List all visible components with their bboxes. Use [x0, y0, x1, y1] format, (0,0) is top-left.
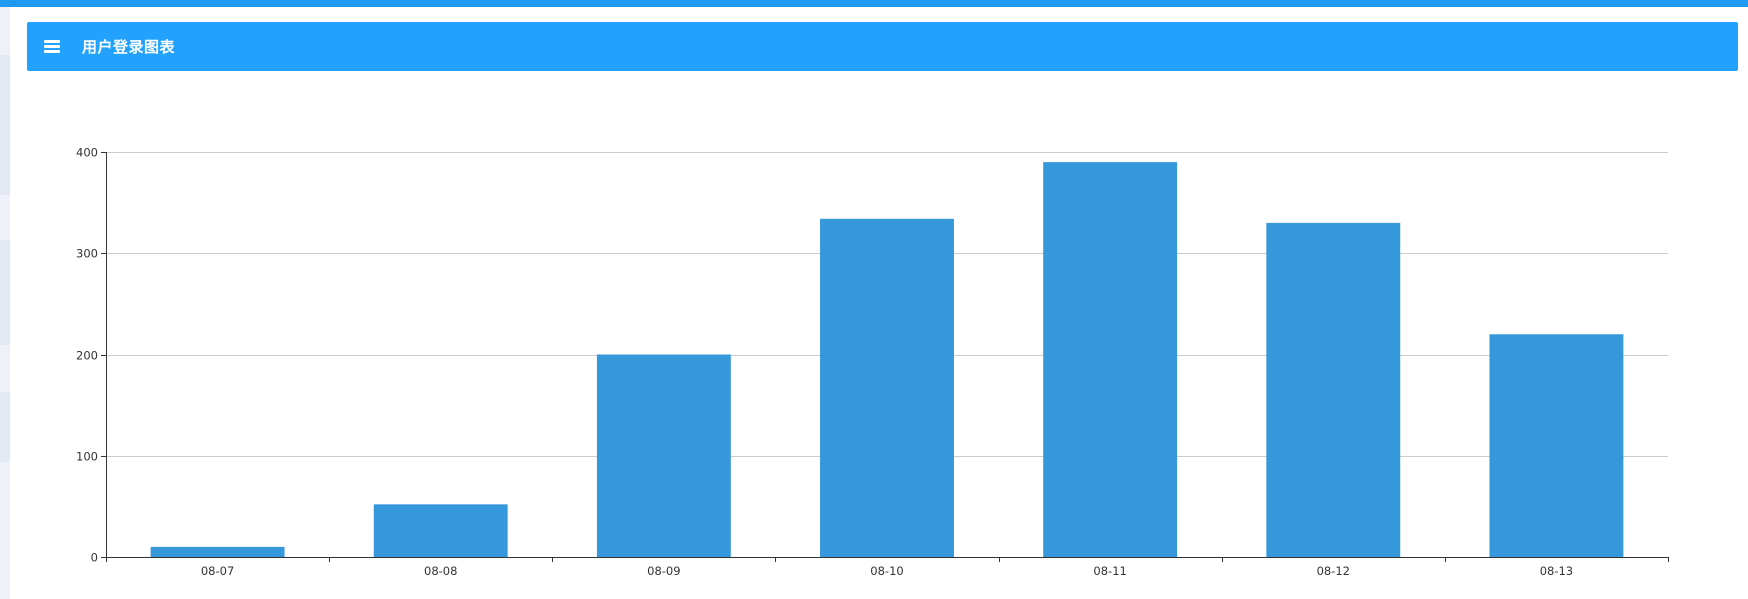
- bar-08-08[interactable]: [373, 504, 508, 557]
- x-tick-label: 08-13: [1540, 564, 1573, 578]
- bar-08-12[interactable]: [1266, 222, 1401, 557]
- bar-08-11[interactable]: [1043, 162, 1178, 557]
- y-tick-label: 0: [91, 551, 98, 565]
- y-tick-label: 300: [76, 247, 98, 261]
- y-tick-labels: 0 100 200 300 400: [76, 146, 98, 565]
- x-tick-label: 08-10: [870, 564, 903, 578]
- y-tick-label: 200: [76, 349, 98, 363]
- x-tick-label: 08-08: [424, 564, 457, 578]
- bar-08-10[interactable]: [820, 218, 954, 557]
- bar-08-09[interactable]: [596, 354, 731, 558]
- y-tick-label: 400: [76, 146, 98, 160]
- x-tick-label: 08-11: [1093, 564, 1126, 578]
- bar-08-13[interactable]: [1489, 334, 1624, 557]
- x-tick-labels: 08-07 08-08 08-09 08-10 08-11 08-12 08-13: [201, 564, 1573, 578]
- bar-08-07[interactable]: [150, 546, 285, 557]
- login-bar-chart: 0100200300400 08-07 08-08 08-09 08-10 08-11 0…: [76, 146, 1669, 578]
- y-tick-label: 100: [76, 450, 98, 464]
- x-tick-label: 08-12: [1317, 564, 1350, 578]
- bars: [150, 162, 1624, 558]
- x-tick-label: 08-09: [647, 564, 680, 578]
- x-tick-label: 08-07: [201, 564, 234, 578]
